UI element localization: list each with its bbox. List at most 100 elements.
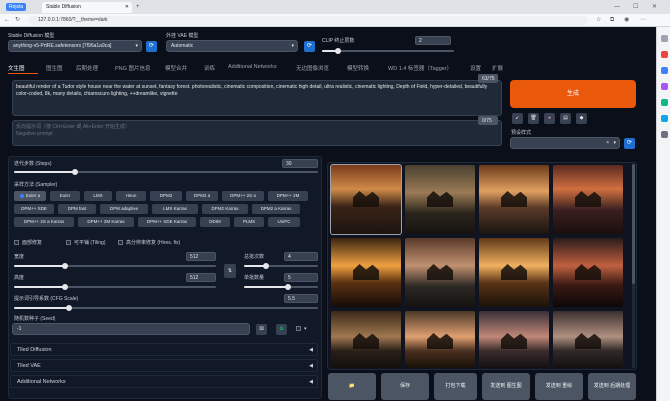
width-slider[interactable] <box>14 263 216 269</box>
games-icon[interactable] <box>661 83 668 90</box>
refresh-styles-button[interactable]: ⟳ <box>624 138 635 149</box>
prompt-textarea[interactable]: beautiful render of a Tudor style house … <box>12 80 502 116</box>
gallery-scroll-thumb[interactable] <box>632 164 635 284</box>
cfg-slider[interactable] <box>14 305 318 311</box>
add-icon[interactable] <box>661 131 668 138</box>
steps-slider[interactable] <box>14 169 318 175</box>
clipboard-icon[interactable]: ▤ <box>560 113 571 124</box>
clip-slider[interactable] <box>322 48 454 54</box>
height-number[interactable]: 512 <box>186 273 216 282</box>
tab-9[interactable]: WD 1.4 标签器（Tagger） <box>388 64 452 72</box>
gallery-thumbnail[interactable] <box>553 311 623 368</box>
maximize-icon[interactable]: ☐ <box>633 1 638 13</box>
minimize-icon[interactable]: — <box>614 1 620 13</box>
tab-11[interactable]: 扩展 <box>492 64 503 72</box>
vae-select[interactable]: Automatic ▾ <box>166 40 298 52</box>
cfg-slider-knob[interactable] <box>65 305 72 311</box>
collections-icon[interactable]: ⧉ <box>610 14 614 26</box>
extra-seed-checkbox[interactable]: ▾ <box>296 326 307 332</box>
sampler-option[interactable]: DPM fast <box>58 204 96 214</box>
back-icon[interactable]: ← <box>4 14 10 26</box>
model-select[interactable]: anything-v5-PrtRE.safetensors [7f96a1a9c… <box>8 40 142 52</box>
menu-icon[interactable]: ⋯ <box>640 14 646 26</box>
accordion-1[interactable]: Tiled VAE ◀ <box>10 359 318 372</box>
shopping-icon[interactable] <box>661 51 668 58</box>
save-style-icon[interactable]: ◆ <box>576 113 587 124</box>
tab-4[interactable]: 模型合并 <box>165 64 187 72</box>
gallery-thumbnail[interactable] <box>331 311 401 368</box>
browser-tab[interactable]: Stable Diffusion ✕ <box>42 2 132 13</box>
sampler-option[interactable]: DPM++ 2M <box>268 191 308 201</box>
send-to-img2img-button[interactable]: 发送到 图生图 <box>482 373 530 400</box>
profile-icon[interactable]: ◉ <box>624 14 629 26</box>
tiling-checkbox[interactable]: 可平铺 (Tiling) <box>66 239 105 246</box>
save-button[interactable]: 保存 <box>381 373 429 400</box>
accordion-2[interactable]: Additional Networks ◀ <box>10 375 318 388</box>
sampler-option[interactable]: DPM++ 2S a <box>222 191 264 201</box>
tab-8[interactable]: 模型转换 <box>347 64 369 72</box>
dice-icon[interactable]: ⚄ <box>256 324 267 335</box>
browser-profile-pill[interactable]: Rejsta <box>6 3 27 11</box>
gallery-thumbnail[interactable] <box>553 165 623 234</box>
batch-count-number[interactable]: 4 <box>284 252 318 261</box>
tab-3[interactable]: PNG 图片信息 <box>115 64 150 72</box>
gallery-thumbnail[interactable] <box>479 311 549 368</box>
tools-icon[interactable] <box>661 67 668 74</box>
sampler-option[interactable]: DDIM <box>200 217 230 227</box>
sampler-option[interactable]: PLMS <box>234 217 264 227</box>
height-slider-knob[interactable] <box>61 284 68 290</box>
new-tab-icon[interactable]: + <box>136 1 140 13</box>
tab-7[interactable]: 无边图像浏览 <box>296 64 329 72</box>
width-number[interactable]: 512 <box>186 252 216 261</box>
search-icon[interactable] <box>661 35 668 42</box>
sampler-option[interactable]: DPM++ 2S a Karras <box>14 217 74 227</box>
sampler-option[interactable]: DPM++ SDE <box>14 204 54 214</box>
clip-slider-knob[interactable] <box>334 48 341 54</box>
negative-prompt-textarea[interactable]: 反向提示词（按 Ctrl+Enter 或 Alt+Enter 开始生成） Neg… <box>12 120 502 146</box>
style-apply-icon[interactable]: ● <box>544 113 555 124</box>
swap-dimensions-icon[interactable]: ⇅ <box>224 264 236 278</box>
batch-size-number[interactable]: 5 <box>284 273 318 282</box>
tab-10[interactable]: 设置 <box>470 64 481 72</box>
refresh-icon[interactable]: ↻ <box>15 14 20 26</box>
open-folder-button[interactable]: 📁 <box>328 373 376 400</box>
tab-0[interactable]: 文生图 <box>8 64 25 72</box>
send-to-extras-button[interactable]: 发送到 后期处理 <box>588 373 636 400</box>
close-icon[interactable]: ✕ <box>125 2 129 13</box>
cfg-number[interactable]: 5.5 <box>284 294 318 303</box>
sampler-option[interactable]: LMS <box>84 191 112 201</box>
refresh-models-button[interactable]: ⟳ <box>146 41 157 52</box>
styles-select[interactable]: × ▾ <box>510 137 620 149</box>
gallery-thumbnail[interactable] <box>331 238 401 307</box>
sampler-option[interactable]: DPM2 Karras <box>202 204 248 214</box>
sampler-option[interactable]: UniPC <box>268 217 300 227</box>
hires-fix-checkbox[interactable]: 高分辨率修复 (Hires. fix) <box>118 239 180 246</box>
favorites-icon[interactable]: ☆ <box>596 14 601 26</box>
sampler-option[interactable]: DPM++ 2M Karras <box>78 217 134 227</box>
tab-5[interactable]: 训练 <box>204 64 215 72</box>
clip-number[interactable]: 2 <box>415 36 451 45</box>
sampler-option[interactable]: Euler a <box>14 191 46 201</box>
refresh-vae-button[interactable]: ⟳ <box>304 41 315 52</box>
height-slider[interactable] <box>14 284 216 290</box>
close-icon[interactable]: × <box>606 138 609 148</box>
window-close-icon[interactable]: ✕ <box>652 1 657 13</box>
recycle-icon[interactable]: ♻ <box>276 324 287 335</box>
sampler-option[interactable]: LMS Karras <box>152 204 198 214</box>
batch-count-slider[interactable] <box>244 263 318 269</box>
generate-button[interactable]: 生成 <box>510 80 636 108</box>
outlook-icon[interactable] <box>661 115 668 122</box>
tab-2[interactable]: 后期处理 <box>76 64 98 72</box>
sampler-option[interactable]: DPM2 a Karras <box>252 204 300 214</box>
gallery-thumbnail[interactable] <box>405 165 475 234</box>
gallery-scrollbar[interactable] <box>632 164 635 368</box>
face-restore-checkbox[interactable]: 面部修复 <box>14 239 42 246</box>
gallery-thumbnail[interactable] <box>479 238 549 307</box>
zip-download-button[interactable]: 打包下载 <box>434 373 477 400</box>
steps-slider-knob[interactable] <box>71 169 78 175</box>
trash-icon[interactable]: 🗑 <box>528 113 539 124</box>
url-field[interactable]: 127.0.0.1:7860/?__theme=dark <box>28 16 588 25</box>
width-slider-knob[interactable] <box>61 263 68 269</box>
gallery-thumbnail[interactable] <box>553 238 623 307</box>
tab-6[interactable]: Additional Networks <box>228 64 277 70</box>
